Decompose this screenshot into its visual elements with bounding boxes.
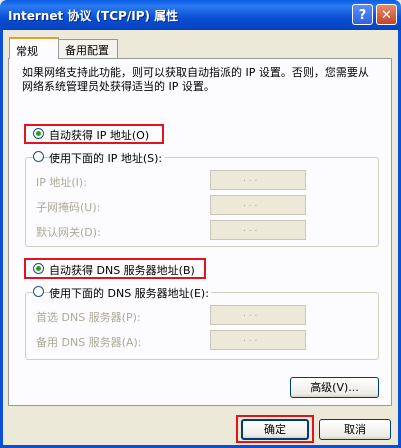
label-auto-ip[interactable]: 自动获得 IP 地址(O)	[49, 127, 149, 143]
preferred-dns-label: 首选 DNS 服务器(P):	[36, 311, 141, 324]
tab-alternate-config[interactable]: 备用配置	[58, 39, 118, 58]
radio-auto-ip[interactable]	[33, 128, 44, 139]
subnet-mask-label: 子网掩码(U):	[36, 201, 101, 214]
default-gateway-value: . . .	[243, 224, 258, 234]
radio-auto-dns[interactable]	[33, 263, 44, 274]
preferred-dns-field: . . .	[210, 305, 306, 325]
help-button[interactable]: ?	[352, 4, 373, 25]
label-manual-ip[interactable]: 使用下面的 IP 地址(S):	[49, 150, 165, 166]
alternate-dns-value: . . .	[243, 334, 258, 344]
subnet-mask-field: . . .	[210, 195, 306, 215]
ip-address-value: . . .	[243, 174, 258, 184]
ip-address-label: IP 地址(I):	[36, 176, 87, 189]
radio-manual-dns[interactable]	[33, 286, 44, 297]
ok-button[interactable]: 确定	[241, 419, 309, 440]
label-auto-dns[interactable]: 自动获得 DNS 服务器地址(B)	[49, 262, 195, 278]
cancel-button[interactable]: 取消	[319, 419, 391, 440]
window-frame-left	[0, 30, 3, 448]
alternate-dns-label: 备用 DNS 服务器(A):	[36, 336, 142, 349]
advanced-button[interactable]: 高级(V)...	[290, 377, 379, 398]
close-button[interactable]: ✕	[376, 4, 397, 25]
title-bar: Internet 协议 (TCP/IP) 属性 ? ✕	[0, 0, 401, 30]
label-manual-dns[interactable]: 使用下面的 DNS 服务器地址(E):	[49, 285, 211, 301]
preferred-dns-value: . . .	[243, 309, 258, 319]
radio-manual-ip[interactable]	[33, 151, 44, 162]
window-title: Internet 协议 (TCP/IP) 属性	[8, 9, 179, 23]
description-text: 如果网络支持此功能，则可以获取自动指派的 IP 设置。否则，您需要从网络系统管理…	[22, 66, 369, 93]
default-gateway-label: 默认网关(D):	[36, 226, 101, 239]
subnet-mask-value: . . .	[243, 199, 258, 209]
tab-general[interactable]: 常规	[9, 37, 59, 59]
default-gateway-field: . . .	[210, 220, 306, 240]
ip-address-field: . . .	[210, 170, 306, 190]
alternate-dns-field: . . .	[210, 330, 306, 350]
